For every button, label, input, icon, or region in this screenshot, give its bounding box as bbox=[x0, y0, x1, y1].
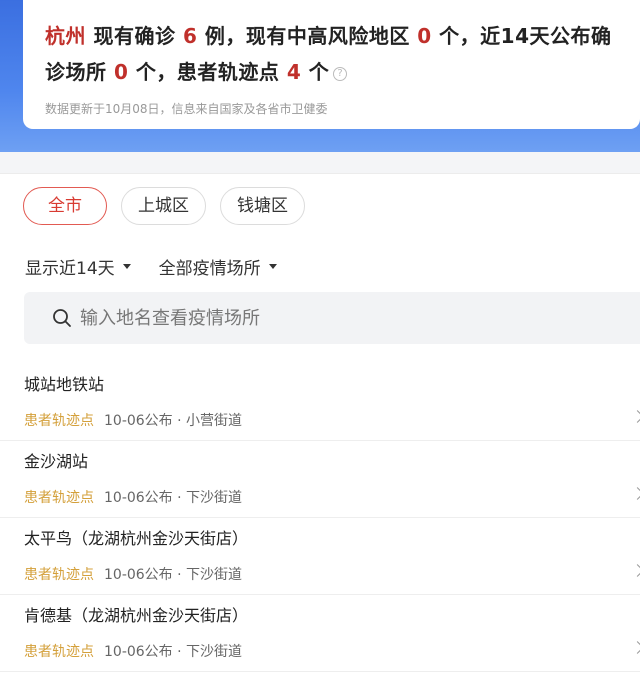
city-name: 杭州 bbox=[45, 24, 86, 48]
venue-tag: 患者轨迹点 bbox=[24, 567, 94, 583]
district-chips: 全市 上城区 钱塘区 bbox=[23, 187, 305, 225]
list-item[interactable]: 太平鸟（龙湖杭州金沙天街店） 患者轨迹点 10-06公布 · 下沙街道 bbox=[0, 518, 640, 595]
venue-tag: 患者轨迹点 bbox=[24, 490, 94, 506]
list-item[interactable]: 金沙湖站 患者轨迹点 10-06公布 · 下沙街道 bbox=[0, 441, 640, 518]
venue-meta: 患者轨迹点 10-06公布 · 下沙街道 bbox=[24, 565, 640, 585]
venue-meta: 患者轨迹点 10-06公布 · 小营街道 bbox=[24, 411, 640, 431]
time-range-label: 显示近14天 bbox=[25, 259, 115, 279]
section-gap bbox=[0, 152, 640, 174]
venue-date-street: 10-06公布 · 下沙街道 bbox=[104, 490, 243, 506]
chip-shangcheng[interactable]: 上城区 bbox=[121, 187, 206, 225]
confirmed-count: 6 bbox=[182, 24, 198, 48]
venue-tag: 患者轨迹点 bbox=[24, 644, 94, 660]
venue-type-dropdown[interactable]: 全部疫情场所 bbox=[159, 254, 277, 279]
summary-card: 杭州 现有确诊 6 例，现有中高风险地区 0 个，近14天公布确诊场所 0 个，… bbox=[23, 0, 640, 129]
venue-name: 城站地铁站 bbox=[24, 375, 105, 394]
summary-label-confirmed: 现有确诊 bbox=[86, 24, 183, 48]
venue-meta: 患者轨迹点 10-06公布 · 下沙街道 bbox=[24, 488, 640, 508]
venue-list: 城站地铁站 患者轨迹点 10-06公布 · 小营街道 金沙湖站 患者轨迹点 10-0… bbox=[0, 364, 640, 672]
caret-down-icon bbox=[122, 264, 131, 269]
venue-meta: 患者轨迹点 10-06公布 · 下沙街道 bbox=[24, 642, 640, 662]
risk-area-count: 0 bbox=[417, 24, 432, 48]
venue-date-street: 10-06公布 · 小营街道 bbox=[104, 413, 243, 429]
venue-date-street: 10-06公布 · 下沙街道 bbox=[104, 644, 243, 660]
summary-label-track: 个，患者轨迹点 bbox=[128, 60, 287, 84]
venue-count: 0 bbox=[113, 60, 129, 84]
venue-name: 金沙湖站 bbox=[24, 452, 89, 471]
search-input[interactable] bbox=[80, 307, 580, 329]
venue-type-label: 全部疫情场所 bbox=[158, 259, 261, 279]
list-item[interactable]: 城站地铁站 患者轨迹点 10-06公布 · 小营街道 bbox=[0, 364, 640, 441]
venue-name: 肯德基（龙湖杭州金沙天街店） bbox=[24, 606, 249, 625]
venue-tag: 患者轨迹点 bbox=[24, 413, 94, 429]
update-note: 数据更新于10月08日，信息来自国家及各省市卫健委 bbox=[45, 102, 328, 116]
track-point-count: 4 bbox=[286, 60, 302, 84]
summary-label-unit: 个 bbox=[301, 60, 330, 84]
search-bar[interactable] bbox=[24, 292, 640, 344]
summary-text: 杭州 现有确诊 6 例，现有中高风险地区 0 个，近14天公布确诊场所 0 个，… bbox=[45, 18, 618, 90]
search-icon bbox=[53, 309, 71, 327]
summary-label-risk: 例，现有中高风险地区 bbox=[197, 24, 418, 48]
time-range-dropdown[interactable]: 显示近14天 bbox=[25, 254, 131, 279]
caret-down-icon bbox=[268, 264, 277, 269]
section-divider bbox=[0, 173, 640, 174]
filter-bar: 显示近14天 全部疫情场所 bbox=[25, 254, 277, 279]
list-item[interactable]: 肯德基（龙湖杭州金沙天街店） 患者轨迹点 10-06公布 · 下沙街道 bbox=[0, 595, 640, 672]
venue-name: 太平鸟（龙湖杭州金沙天街店） bbox=[24, 529, 249, 548]
help-icon[interactable]: ? bbox=[333, 66, 348, 81]
chip-qiantang[interactable]: 钱塘区 bbox=[220, 187, 305, 225]
chip-all-city[interactable]: 全市 bbox=[23, 187, 107, 225]
venue-date-street: 10-06公布 · 下沙街道 bbox=[104, 567, 243, 583]
